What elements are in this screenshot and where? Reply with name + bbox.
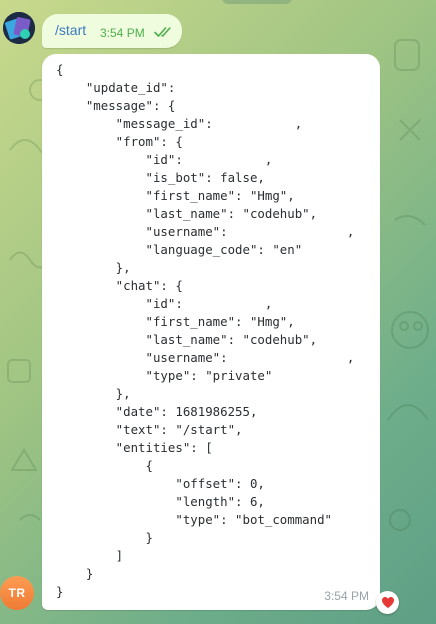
outgoing-message-bubble[interactable]: /start 3:54 PM xyxy=(42,14,182,48)
bot-avatar[interactable] xyxy=(3,12,35,44)
incoming-message-time: 3:54 PM xyxy=(324,589,369,603)
sender-avatar[interactable]: TR xyxy=(0,576,34,610)
json-message-text: { "update_id": "message": { "message_id"… xyxy=(56,62,355,599)
heart-icon xyxy=(381,597,394,608)
sender-initials: TR xyxy=(8,586,26,600)
bot-avatar-image xyxy=(3,12,35,44)
reaction-badge[interactable] xyxy=(376,591,399,614)
scroll-indicator xyxy=(222,0,292,4)
incoming-message-bubble[interactable]: { "update_id": "message": { "message_id"… xyxy=(42,54,380,610)
outgoing-message-time: 3:54 PM xyxy=(100,26,145,40)
double-check-icon xyxy=(154,27,171,37)
outgoing-message-text: /start xyxy=(55,22,87,38)
